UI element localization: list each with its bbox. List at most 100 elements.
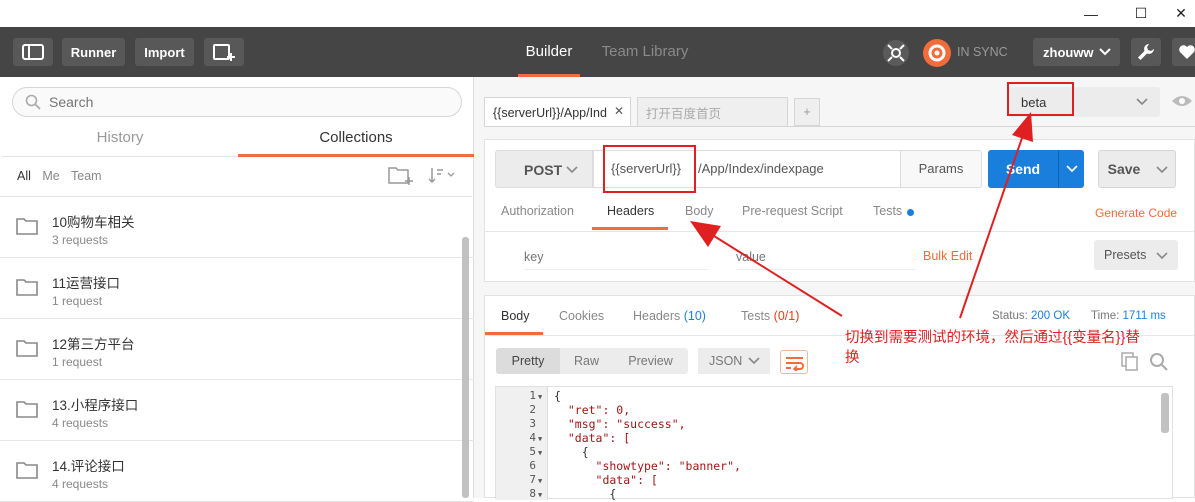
heart-icon bbox=[1179, 45, 1195, 59]
time-value: 1711 ms bbox=[1122, 310, 1166, 322]
line-number: 3 bbox=[529, 417, 536, 430]
request-tab-label: 打开百度首页 bbox=[646, 107, 722, 121]
fold-arrow-icon[interactable]: ▼ bbox=[538, 435, 542, 443]
line-number: 1 bbox=[529, 389, 536, 402]
collection-count: 4 requests bbox=[52, 477, 109, 491]
line-number: 5 bbox=[529, 445, 536, 458]
headers-editor: Bulk Edit Presets bbox=[485, 232, 1195, 282]
sidebar-toggle-button[interactable] bbox=[13, 38, 53, 66]
minimize-button[interactable]: — bbox=[1068, 0, 1114, 27]
tab-team-library[interactable]: Team Library bbox=[598, 27, 692, 77]
tab-pre-request-script[interactable]: Pre-request Script bbox=[742, 204, 843, 218]
url-path: /App/Index/indexpage bbox=[698, 161, 824, 176]
runner-button[interactable]: Runner bbox=[62, 38, 125, 66]
time-label: Time: bbox=[1091, 310, 1120, 322]
language-select[interactable]: JSON bbox=[698, 348, 770, 374]
chevron-down-icon bbox=[1136, 98, 1148, 106]
new-tab-button[interactable]: + bbox=[794, 98, 820, 126]
method-select[interactable]: POST bbox=[495, 150, 593, 188]
copy-button[interactable] bbox=[1121, 352, 1139, 375]
sort-icon bbox=[428, 168, 455, 184]
close-button[interactable]: ✕ bbox=[1158, 0, 1195, 27]
format-pretty-button[interactable]: Pretty bbox=[496, 348, 560, 374]
search-input[interactable] bbox=[49, 92, 449, 112]
tab-builder[interactable]: Builder bbox=[518, 27, 580, 77]
list-item[interactable]: 13.小程序接口 4 requests bbox=[0, 380, 474, 441]
interceptor-button[interactable] bbox=[882, 39, 910, 67]
collection-name: 14.评论接口 bbox=[52, 459, 125, 474]
header-key-input[interactable] bbox=[524, 244, 709, 270]
chevron-down-icon bbox=[1066, 165, 1078, 173]
active-tab-indicator bbox=[592, 227, 668, 230]
bulk-edit-link[interactable]: Bulk Edit bbox=[923, 249, 972, 263]
wrap-lines-button[interactable] bbox=[780, 350, 808, 374]
code-scrollbar[interactable] bbox=[1161, 393, 1169, 433]
annotation-text-line1: 切换到需要测试的环境，然后通过{{变量名}}替 bbox=[845, 330, 1140, 346]
save-button[interactable]: Save bbox=[1098, 150, 1150, 188]
format-raw-button[interactable]: Raw bbox=[560, 348, 613, 374]
tab-response-cookies[interactable]: Cookies bbox=[559, 309, 604, 323]
environment-quick-look[interactable] bbox=[1171, 93, 1193, 112]
new-window-button[interactable] bbox=[204, 38, 244, 66]
import-button[interactable]: Import bbox=[135, 38, 194, 66]
tab-history[interactable]: History bbox=[2, 125, 238, 157]
new-window-icon bbox=[213, 44, 235, 61]
search-box[interactable] bbox=[12, 87, 462, 117]
code-line: "data": [ bbox=[554, 431, 631, 445]
response-headers-label: Headers bbox=[633, 309, 681, 323]
search-response-button[interactable] bbox=[1149, 352, 1169, 375]
generate-code-link[interactable]: Generate Code bbox=[1095, 206, 1177, 220]
response-code-viewer[interactable]: 1 2 3 4 5 6 7 8 ▼ ▼ ▼ ▼ ▼ { "ret": 0, "m… bbox=[495, 386, 1173, 501]
tab-body[interactable]: Body bbox=[685, 204, 714, 218]
list-item[interactable]: 12第三方平台 1 request bbox=[0, 319, 474, 380]
request-tab-active[interactable]: {{serverUrl}}/App/Ind ✕ bbox=[484, 97, 631, 127]
fold-arrow-icon[interactable]: ▼ bbox=[538, 393, 542, 401]
tab-collections[interactable]: Collections bbox=[238, 125, 474, 157]
list-item[interactable]: 14.评论接口 4 requests bbox=[0, 441, 474, 502]
sidebar-scrollbar[interactable] bbox=[462, 237, 469, 498]
tab-tests[interactable]: Tests bbox=[873, 204, 902, 218]
sync-status-icon[interactable] bbox=[922, 38, 952, 68]
fold-arrow-icon[interactable]: ▼ bbox=[538, 449, 542, 457]
params-button[interactable]: Params bbox=[900, 150, 982, 188]
annotation-box-environment bbox=[1007, 82, 1074, 116]
annotation-box-url-variable bbox=[603, 145, 696, 193]
tab-response-tests[interactable]: Tests (0/1) bbox=[741, 309, 799, 323]
chevron-down-icon bbox=[748, 357, 760, 365]
response-tests-label: Tests bbox=[741, 309, 771, 323]
send-button[interactable]: Send bbox=[988, 150, 1058, 188]
fold-arrow-icon[interactable]: ▼ bbox=[538, 477, 542, 485]
user-menu-button[interactable]: zhouww bbox=[1033, 38, 1120, 66]
close-icon[interactable]: ✕ bbox=[614, 104, 624, 118]
annotation-text-line2: 换 bbox=[845, 350, 860, 366]
presets-button[interactable]: Presets bbox=[1094, 240, 1178, 270]
filter-all[interactable]: All bbox=[17, 169, 31, 183]
folder-icon bbox=[16, 462, 38, 479]
tab-response-body[interactable]: Body bbox=[501, 309, 530, 323]
filter-team[interactable]: Team bbox=[71, 169, 102, 183]
new-collection-button[interactable] bbox=[388, 165, 414, 188]
list-item[interactable]: 10购物车相关 3 requests bbox=[0, 197, 474, 258]
response-time: Time: 1711 ms bbox=[1091, 310, 1166, 322]
tests-indicator-dot bbox=[907, 209, 914, 216]
request-tab[interactable]: 打开百度首页 bbox=[637, 97, 788, 127]
tab-authorization[interactable]: Authorization bbox=[501, 204, 574, 218]
save-options-button[interactable] bbox=[1149, 150, 1176, 188]
request-panel: POST {{serverUrl}} /App/Index/indexpage … bbox=[484, 139, 1195, 282]
tab-headers[interactable]: Headers bbox=[607, 204, 654, 218]
filter-me[interactable]: Me bbox=[42, 169, 59, 183]
collection-count: 1 request bbox=[52, 355, 103, 369]
list-item[interactable]: 11运营接口 1 request bbox=[0, 258, 474, 319]
sort-button[interactable] bbox=[428, 165, 456, 188]
folder-icon bbox=[16, 218, 38, 235]
tab-response-headers[interactable]: Headers (10) bbox=[633, 309, 706, 323]
settings-button[interactable] bbox=[1131, 38, 1161, 66]
notifications-button[interactable] bbox=[1172, 38, 1195, 66]
collection-filters: All Me Team bbox=[17, 169, 110, 183]
wrap-icon bbox=[786, 357, 804, 371]
header-value-input[interactable] bbox=[736, 244, 916, 270]
folder-icon bbox=[16, 401, 38, 418]
send-options-button[interactable] bbox=[1058, 150, 1084, 188]
format-preview-button[interactable]: Preview bbox=[613, 348, 688, 374]
collection-name: 12第三方平台 bbox=[52, 337, 135, 352]
